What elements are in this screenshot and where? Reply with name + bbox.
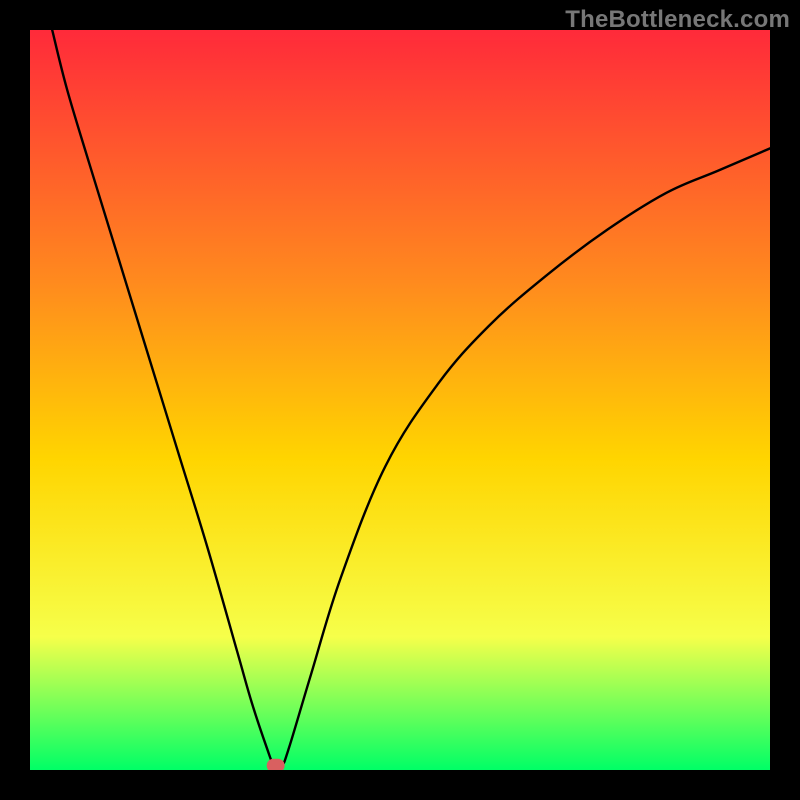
chart-container: TheBottleneck.com bbox=[0, 0, 800, 800]
bottleneck-chart bbox=[30, 30, 770, 770]
min-marker bbox=[267, 759, 285, 770]
gradient-background bbox=[30, 30, 770, 770]
marker-layer bbox=[267, 759, 285, 770]
